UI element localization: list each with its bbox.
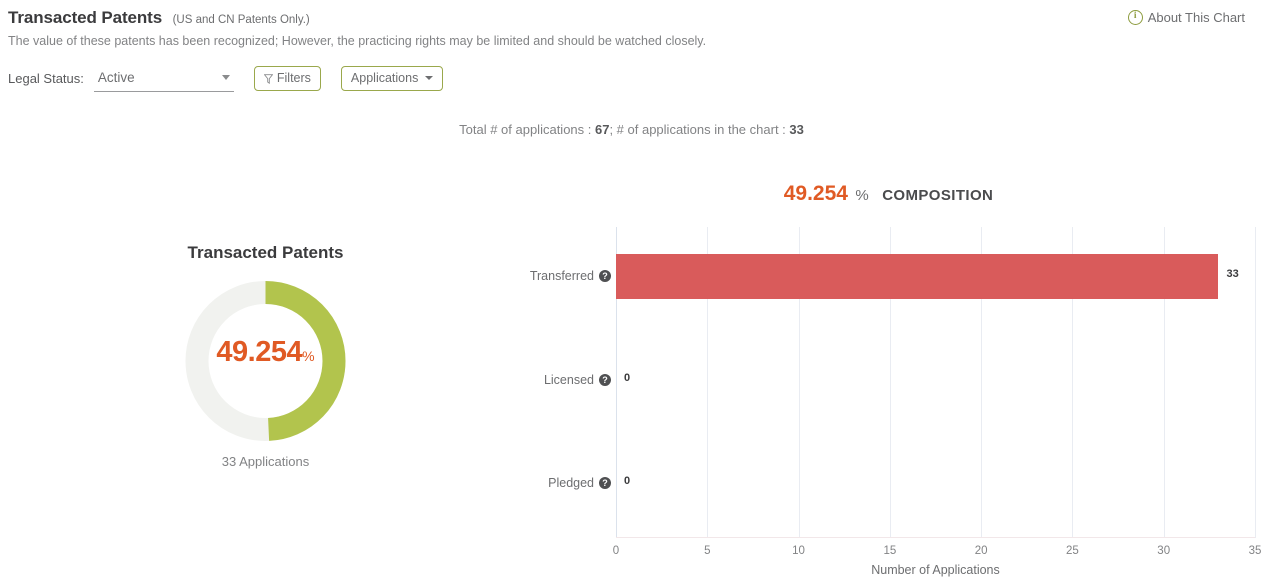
x-axis-tick-label: 30	[1157, 545, 1171, 557]
bar-category-label: Transferred	[529, 269, 594, 283]
composition-headline: 49.254 % COMPOSITION	[616, 182, 1161, 206]
composition-value: 49.254	[783, 182, 848, 205]
totals-summary: Total # of applications : 67; # of appli…	[0, 122, 1263, 137]
filters-label: Filters	[276, 71, 311, 85]
controls-bar: Legal Status: Active Filters Application…	[8, 64, 444, 92]
help-icon[interactable]: ?	[599, 270, 611, 282]
page-description: The value of these patents has been reco…	[8, 34, 707, 48]
page-header: Transacted Patents (US and CN Patents On…	[0, 0, 1263, 60]
title-row: Transacted Patents (US and CN Patents On…	[8, 8, 310, 28]
bar-category-label: Licensed	[543, 372, 594, 387]
gridline	[1255, 227, 1256, 538]
page-subtitle: (US and CN Patents Only.)	[172, 14, 310, 26]
help-icon[interactable]: ?	[599, 477, 611, 490]
bar-row: Licensed? 0	[544, 331, 1255, 435]
bar-chart-plot-area: Transferred? 33 Licensed? 0 Pledged? 0 0 5 10 15…	[530, 227, 1261, 577]
totals-in-chart-value: 33	[789, 122, 804, 137]
x-axis-tick-label: 35	[1248, 545, 1262, 557]
totals-total-value: 67	[594, 122, 610, 137]
bar-value-label: 0	[624, 371, 631, 384]
x-axis-tick-label: 10	[792, 545, 805, 557]
info-circle-icon: i	[1127, 10, 1143, 25]
bar[interactable]	[616, 254, 1219, 299]
bar-row: Transferred? 33	[530, 227, 1255, 331]
applications-dropdown-button[interactable]: Applications	[340, 65, 444, 91]
composition-label: COMPOSITION	[882, 187, 994, 204]
applications-label: Applications	[350, 71, 419, 85]
legal-status-value: Active	[97, 70, 135, 85]
bar-category-label: Pledged	[548, 476, 594, 491]
bar-value-label: 0	[624, 475, 631, 488]
help-icon[interactable]: ?	[599, 373, 611, 386]
x-axis-tick-label: 0	[612, 545, 620, 557]
chevron-down-icon	[221, 75, 230, 80]
funnel-icon	[263, 73, 274, 85]
filters-button[interactable]: Filters	[253, 65, 321, 91]
x-axis-title: Number of Applications	[871, 563, 1000, 577]
chevron-down-icon	[425, 76, 434, 80]
bar-chart: Transferred? 33 Licensed? 0 Pledged? 0 0 5 10 15…	[0, 218, 1263, 577]
totals-middle: ; # of applications in the chart :	[609, 122, 790, 137]
legal-status-dropdown[interactable]: Active	[93, 64, 234, 92]
x-axis-tick-label: 20	[974, 545, 988, 557]
bar-row: Pledged? 0	[548, 434, 1255, 538]
page-title: Transacted Patents	[8, 8, 163, 27]
bar-value-label: 33	[1226, 268, 1239, 280]
x-axis-tick-label: 15	[883, 545, 897, 557]
composition-percent-symbol: %	[855, 187, 869, 204]
legal-status-label: Legal Status:	[8, 70, 84, 86]
about-this-chart-label: About This Chart	[1147, 10, 1245, 25]
totals-prefix: Total # of applications :	[459, 122, 595, 137]
about-this-chart-link[interactable]: i About This Chart	[1127, 10, 1245, 25]
x-axis-tick-label: 5	[704, 545, 711, 557]
x-axis-tick-label: 25	[1066, 545, 1079, 557]
